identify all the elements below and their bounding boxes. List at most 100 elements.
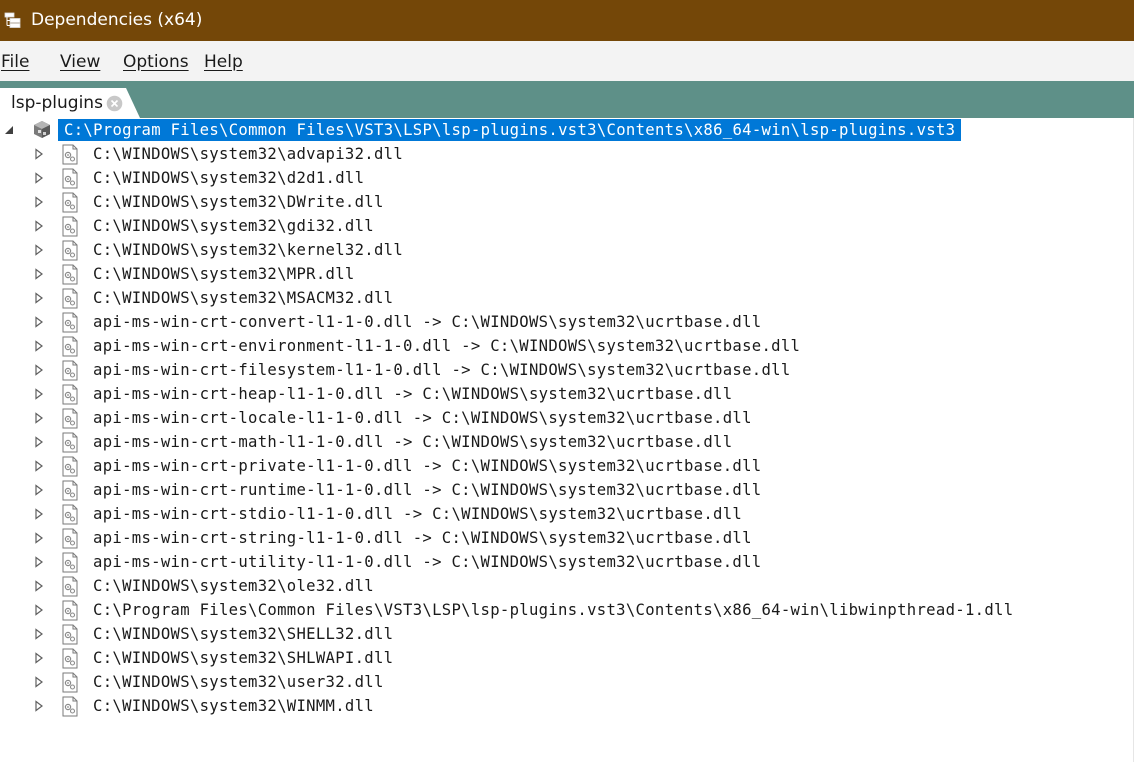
expand-triangle-icon[interactable] bbox=[33, 268, 45, 280]
tree-root-label: C:\Program Files\Common Files\VST3\LSP\l… bbox=[58, 119, 962, 141]
dll-file-icon bbox=[62, 144, 78, 165]
menu-help[interactable]: Help bbox=[204, 52, 243, 72]
expand-triangle-icon[interactable] bbox=[33, 340, 45, 352]
tree-item-label: api-ms-win-crt-runtime-l1-1-0.dll -> C:\… bbox=[93, 481, 762, 499]
dll-file-icon bbox=[62, 432, 78, 453]
dll-file-icon bbox=[62, 480, 78, 501]
dll-file-icon bbox=[62, 600, 78, 621]
tree-item-label: C:\WINDOWS\system32\MPR.dll bbox=[93, 265, 355, 283]
tree-item-row[interactable]: C:\WINDOWS\system32\SHLWAPI.dll bbox=[0, 646, 1133, 670]
dll-file-icon bbox=[62, 696, 78, 717]
tree-item-label: api-ms-win-crt-locale-l1-1-0.dll -> C:\W… bbox=[93, 409, 752, 427]
tree-item-label: C:\Program Files\Common Files\VST3\LSP\l… bbox=[93, 601, 1014, 619]
app-tree-icon bbox=[4, 12, 21, 28]
title-bar[interactable]: Dependencies (x64) bbox=[0, 0, 1134, 41]
tree-item-label: C:\WINDOWS\system32\SHLWAPI.dll bbox=[93, 649, 394, 667]
tree-item-label: C:\WINDOWS\system32\ole32.dll bbox=[93, 577, 374, 595]
expand-triangle-icon[interactable] bbox=[33, 196, 45, 208]
tree-item-row[interactable]: api-ms-win-crt-private-l1-1-0.dll -> C:\… bbox=[0, 454, 1133, 478]
dll-file-icon bbox=[62, 384, 78, 405]
tree-item-row[interactable]: api-ms-win-crt-runtime-l1-1-0.dll -> C:\… bbox=[0, 478, 1133, 502]
expand-triangle-icon[interactable] bbox=[33, 172, 45, 184]
menu-bar: File View Options Help bbox=[0, 41, 1134, 81]
tab-lsp-plugins[interactable]: lsp-plugins bbox=[0, 88, 140, 118]
expand-triangle-icon[interactable] bbox=[33, 460, 45, 472]
tree-item-label: C:\WINDOWS\system32\user32.dll bbox=[93, 673, 384, 691]
tree-root-row[interactable]: C:\Program Files\Common Files\VST3\LSP\l… bbox=[0, 118, 1133, 142]
expand-triangle-icon[interactable] bbox=[33, 484, 45, 496]
tree-item-row[interactable]: api-ms-win-crt-math-l1-1-0.dll -> C:\WIN… bbox=[0, 430, 1133, 454]
tree-item-row[interactable]: api-ms-win-crt-locale-l1-1-0.dll -> C:\W… bbox=[0, 406, 1133, 430]
tree-item-row[interactable]: C:\WINDOWS\system32\kernel32.dll bbox=[0, 238, 1133, 262]
dll-file-icon bbox=[62, 504, 78, 525]
tree-item-row[interactable]: C:\Program Files\Common Files\VST3\LSP\l… bbox=[0, 598, 1133, 622]
expand-triangle-icon[interactable] bbox=[33, 700, 45, 712]
module-root-icon bbox=[34, 121, 50, 138]
expand-triangle-icon[interactable] bbox=[33, 388, 45, 400]
expand-triangle-icon[interactable] bbox=[33, 364, 45, 376]
dll-file-icon bbox=[62, 288, 78, 309]
dll-file-icon bbox=[62, 648, 78, 669]
tree-item-label: C:\WINDOWS\system32\d2d1.dll bbox=[93, 169, 365, 187]
tree-item-row[interactable]: C:\WINDOWS\system32\MPR.dll bbox=[0, 262, 1133, 286]
expand-triangle-icon[interactable] bbox=[33, 628, 45, 640]
tree-item-label: api-ms-win-crt-convert-l1-1-0.dll -> C:\… bbox=[93, 313, 762, 331]
expand-triangle-icon[interactable] bbox=[33, 676, 45, 688]
menu-file[interactable]: File bbox=[1, 52, 29, 72]
dll-file-icon bbox=[62, 624, 78, 645]
tree-item-row[interactable]: C:\WINDOWS\system32\MSACM32.dll bbox=[0, 286, 1133, 310]
dependency-tree[interactable]: C:\Program Files\Common Files\VST3\LSP\l… bbox=[0, 118, 1134, 762]
expand-triangle-icon[interactable] bbox=[33, 148, 45, 160]
expand-triangle-icon[interactable] bbox=[33, 508, 45, 520]
tree-item-row[interactable]: C:\WINDOWS\system32\user32.dll bbox=[0, 670, 1133, 694]
expand-triangle-icon[interactable] bbox=[33, 532, 45, 544]
expand-triangle-icon[interactable] bbox=[33, 556, 45, 568]
tree-item-row[interactable]: C:\WINDOWS\system32\WINMM.dll bbox=[0, 694, 1133, 718]
tree-item-row[interactable]: C:\WINDOWS\system32\DWrite.dll bbox=[0, 190, 1133, 214]
close-circle-icon[interactable] bbox=[106, 95, 123, 112]
dll-file-icon bbox=[62, 312, 78, 333]
dll-file-icon bbox=[62, 528, 78, 549]
tree-item-row[interactable]: C:\WINDOWS\system32\d2d1.dll bbox=[0, 166, 1133, 190]
dll-file-icon bbox=[62, 672, 78, 693]
tree-item-label: C:\WINDOWS\system32\WINMM.dll bbox=[93, 697, 374, 715]
tree-item-label: api-ms-win-crt-math-l1-1-0.dll -> C:\WIN… bbox=[93, 433, 733, 451]
dll-file-icon bbox=[62, 336, 78, 357]
tree-item-row[interactable]: C:\WINDOWS\system32\advapi32.dll bbox=[0, 142, 1133, 166]
tree-item-row[interactable]: api-ms-win-crt-stdio-l1-1-0.dll -> C:\WI… bbox=[0, 502, 1133, 526]
tree-item-row[interactable]: api-ms-win-crt-heap-l1-1-0.dll -> C:\WIN… bbox=[0, 382, 1133, 406]
tree-item-row[interactable]: api-ms-win-crt-string-l1-1-0.dll -> C:\W… bbox=[0, 526, 1133, 550]
tree-item-row[interactable]: api-ms-win-crt-convert-l1-1-0.dll -> C:\… bbox=[0, 310, 1133, 334]
expand-triangle-icon[interactable] bbox=[33, 292, 45, 304]
menu-options[interactable]: Options bbox=[123, 52, 189, 72]
dll-file-icon bbox=[62, 264, 78, 285]
expand-triangle-icon[interactable] bbox=[33, 316, 45, 328]
tree-item-row[interactable]: api-ms-win-crt-filesystem-l1-1-0.dll -> … bbox=[0, 358, 1133, 382]
expand-triangle-icon[interactable] bbox=[33, 652, 45, 664]
expand-triangle-icon[interactable] bbox=[33, 580, 45, 592]
menu-view[interactable]: View bbox=[60, 52, 100, 72]
collapse-triangle-icon[interactable] bbox=[3, 124, 15, 136]
dll-file-icon bbox=[62, 240, 78, 261]
tree-item-label: C:\WINDOWS\system32\advapi32.dll bbox=[93, 145, 404, 163]
tab-strip: lsp-plugins bbox=[0, 81, 1134, 118]
tree-item-row[interactable]: api-ms-win-crt-utility-l1-1-0.dll -> C:\… bbox=[0, 550, 1133, 574]
dll-file-icon bbox=[62, 360, 78, 381]
expand-triangle-icon[interactable] bbox=[33, 244, 45, 256]
tree-item-row[interactable]: C:\WINDOWS\system32\ole32.dll bbox=[0, 574, 1133, 598]
dll-file-icon bbox=[62, 408, 78, 429]
dll-file-icon bbox=[62, 552, 78, 573]
expand-triangle-icon[interactable] bbox=[33, 436, 45, 448]
dll-file-icon bbox=[62, 192, 78, 213]
tree-item-row[interactable]: api-ms-win-crt-environment-l1-1-0.dll ->… bbox=[0, 334, 1133, 358]
expand-triangle-icon[interactable] bbox=[33, 604, 45, 616]
tree-item-row[interactable]: C:\WINDOWS\system32\SHELL32.dll bbox=[0, 622, 1133, 646]
tree-item-label: api-ms-win-crt-environment-l1-1-0.dll ->… bbox=[93, 337, 801, 355]
expand-triangle-icon[interactable] bbox=[33, 412, 45, 424]
dll-file-icon bbox=[62, 216, 78, 237]
tree-item-row[interactable]: C:\WINDOWS\system32\gdi32.dll bbox=[0, 214, 1133, 238]
expand-triangle-icon[interactable] bbox=[33, 220, 45, 232]
dll-file-icon bbox=[62, 168, 78, 189]
tree-item-label: api-ms-win-crt-stdio-l1-1-0.dll -> C:\WI… bbox=[93, 505, 743, 523]
tree-item-label: C:\WINDOWS\system32\SHELL32.dll bbox=[93, 625, 394, 643]
